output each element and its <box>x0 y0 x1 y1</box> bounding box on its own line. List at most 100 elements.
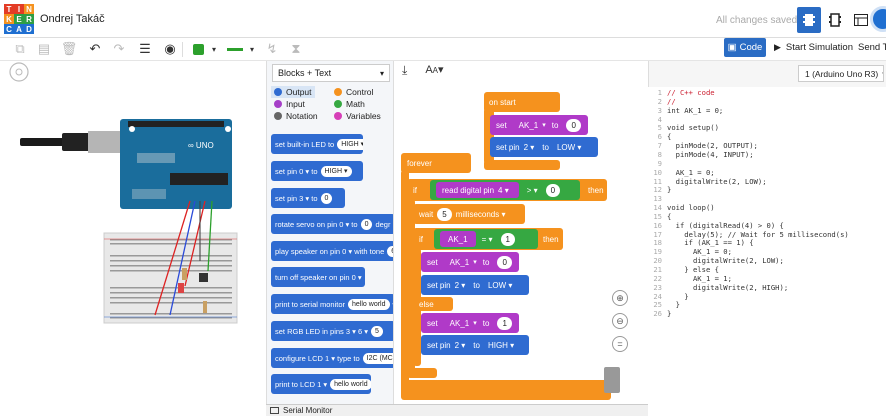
color-dropdown-icon[interactable]: ▾ <box>206 41 222 57</box>
palette-block-input[interactable]: I2C (MCP <box>362 352 393 364</box>
set-var-block[interactable]: set AK_1 ▾ to 1 <box>421 313 519 333</box>
var-field[interactable]: AK_1 <box>519 121 539 130</box>
code-editor[interactable]: 1// C++ code 2//3 int AK_1 = 0; 4 5 void setu… <box>648 87 886 416</box>
category-input[interactable]: Input <box>271 98 308 110</box>
set-label: set <box>496 120 507 130</box>
zoom-reset-icon[interactable]: = <box>612 336 628 352</box>
palette-block-input[interactable]: 6 <box>387 245 393 257</box>
palette-block[interactable]: set RGB LED in pins 3 ▾ 6 ▾ 5 <box>271 321 393 341</box>
wire-dropdown-icon[interactable]: ▾ <box>244 41 260 57</box>
logo-letter: T <box>4 4 14 14</box>
palette-block-input[interactable]: 5 <box>371 325 383 337</box>
pin-field[interactable]: 2 ▾ <box>455 281 466 290</box>
level-field[interactable]: LOW ▾ <box>557 143 581 152</box>
category-variables[interactable]: Variables <box>331 110 384 122</box>
color-picker[interactable] <box>190 41 206 57</box>
var-reporter-block[interactable]: AK_1 <box>440 231 476 247</box>
breadboard <box>103 232 238 324</box>
send-to-button[interactable]: Send To <box>858 38 886 57</box>
board-select[interactable]: 1 (Arduino Uno R3) ▾ <box>798 65 884 82</box>
palette-block[interactable]: set pin 3 ▾ to 0 <box>271 188 345 208</box>
category-math[interactable]: Math <box>331 98 368 110</box>
palette-block-input[interactable]: HIGH ▾ <box>320 165 352 177</box>
font-size-icon[interactable]: AA▾ <box>425 63 443 78</box>
set-var-block[interactable]: set AK_1 ▾ to 0 <box>490 115 588 135</box>
palette-block[interactable]: turn off speaker on pin 0 ▾ <box>271 267 365 287</box>
comparison-block[interactable]: read digital pin 4 ▾ > ▾ 0 <box>430 180 580 200</box>
redo-icon[interactable]: ↷ <box>111 41 127 57</box>
serial-monitor-bar[interactable]: Serial Monitor <box>266 404 660 416</box>
palette-block[interactable]: set pin 0 ▾ to HIGH ▾ <box>271 161 363 181</box>
set-pin-block[interactable]: set pin 2 ▾ to LOW ▾ <box>490 137 598 157</box>
palette-block[interactable]: rotate servo on pin 0 ▾ to 0 degr <box>271 214 393 234</box>
color-swatch-icon <box>192 43 204 55</box>
palette-block[interactable]: set built-in LED to HIGH ▾ <box>271 134 363 154</box>
set-pin-block[interactable]: set pin 2 ▾ to HIGH ▾ <box>421 335 529 355</box>
pin-field[interactable]: 2 ▾ <box>455 341 466 350</box>
zoom-out-icon[interactable]: ⊖ <box>612 313 628 329</box>
component-view-button[interactable] <box>823 7 847 33</box>
start-simulation-button[interactable]: ▶ Start Simulation <box>774 38 853 57</box>
line-number: 26 <box>653 309 662 319</box>
copy-icon[interactable]: ⧉ <box>12 41 28 57</box>
category-output[interactable]: Output <box>271 86 315 98</box>
visibility-icon[interactable]: ◉ <box>162 41 178 57</box>
category-notation[interactable]: Notation <box>271 110 321 122</box>
level-field[interactable]: LOW ▾ <box>488 281 512 290</box>
then-label: then <box>543 234 559 244</box>
palette-block[interactable]: print to LCD 1 ▾ hello world <box>271 374 371 394</box>
palette-block-input[interactable]: 0 <box>320 192 333 204</box>
logo-letter: C <box>4 24 14 34</box>
operator-field[interactable]: > ▾ <box>527 186 538 195</box>
value-input[interactable]: 1 <box>497 316 512 330</box>
palette-block-input[interactable]: hello world <box>330 378 371 390</box>
palette-block[interactable]: configure LCD 1 ▾ type toI2C (MCP <box>271 348 393 368</box>
circuit-canvas[interactable]: ∞ UNO <box>0 61 266 416</box>
undo-icon[interactable]: ↶ <box>87 41 103 57</box>
on-start-block[interactable]: on start <box>484 92 560 112</box>
value-input[interactable]: 0 <box>566 118 581 132</box>
trash-icon[interactable]: 🗑 <box>61 41 78 57</box>
circuit-view-button[interactable] <box>797 7 821 33</box>
category-control[interactable]: Control <box>331 86 376 98</box>
palette-block[interactable]: print to serial monitorhello worldwith <box>271 294 393 314</box>
rotate-icon[interactable]: ↯ <box>264 41 280 57</box>
wait-block[interactable]: wait 5 milliseconds ▾ <box>413 204 525 224</box>
value-input[interactable]: 0 <box>545 183 561 197</box>
set-pin-block[interactable]: set pin 2 ▾ to LOW ▾ <box>421 275 529 295</box>
equality-block[interactable]: AK_1 = ▾ 1 <box>434 229 538 249</box>
palette-block[interactable]: play speaker on pin 0 ▾ with tone6 <box>271 241 393 261</box>
value-input[interactable]: 1 <box>500 232 515 246</box>
read-digital-pin-block[interactable]: read digital pin 4 ▾ <box>436 182 519 198</box>
unit-field[interactable]: milliseconds ▾ <box>456 210 506 219</box>
svg-text:∞ UNO: ∞ UNO <box>188 141 214 150</box>
flip-icon[interactable]: ⧗ <box>288 41 304 57</box>
resistor <box>182 268 187 280</box>
code-button[interactable]: ▣ Code <box>724 38 766 57</box>
pin-field[interactable]: 2 ▾ <box>524 143 535 152</box>
paste-icon[interactable]: ▤ <box>36 41 52 57</box>
tinkercad-logo[interactable]: TINKERCAD <box>4 4 34 34</box>
var-field[interactable]: AK_1 <box>450 258 470 267</box>
chip-icon <box>829 13 841 27</box>
trash-icon[interactable] <box>604 367 620 393</box>
wire-type-picker[interactable] <box>226 41 244 57</box>
blocks-mode-select[interactable]: Blocks + Text ▾ <box>272 64 390 82</box>
download-icon[interactable]: ⤓ <box>402 63 407 78</box>
notes-icon[interactable]: ☰ <box>137 41 153 57</box>
zoom-in-icon[interactable]: ⊕ <box>612 290 628 306</box>
palette-block-input[interactable]: 0 <box>360 218 373 230</box>
palette-block-input[interactable]: HIGH ▾ <box>337 138 363 150</box>
set-label: set <box>427 257 438 267</box>
set-var-block[interactable]: set AK_1 ▾ to 0 <box>421 252 519 272</box>
value-input[interactable]: 0 <box>497 255 512 269</box>
value-input[interactable]: 5 <box>437 207 452 221</box>
project-name[interactable]: Ondrej Takáč <box>40 13 105 25</box>
save-status: All changes saved <box>716 15 798 26</box>
level-field[interactable]: HIGH ▾ <box>488 341 514 350</box>
var-field[interactable]: AK_1 <box>450 319 470 328</box>
forever-block[interactable]: forever <box>401 153 471 173</box>
operator-field[interactable]: = ▾ <box>482 235 493 244</box>
pin-field[interactable]: 4 ▾ <box>498 186 509 195</box>
palette-block-input[interactable]: hello world <box>348 298 390 310</box>
